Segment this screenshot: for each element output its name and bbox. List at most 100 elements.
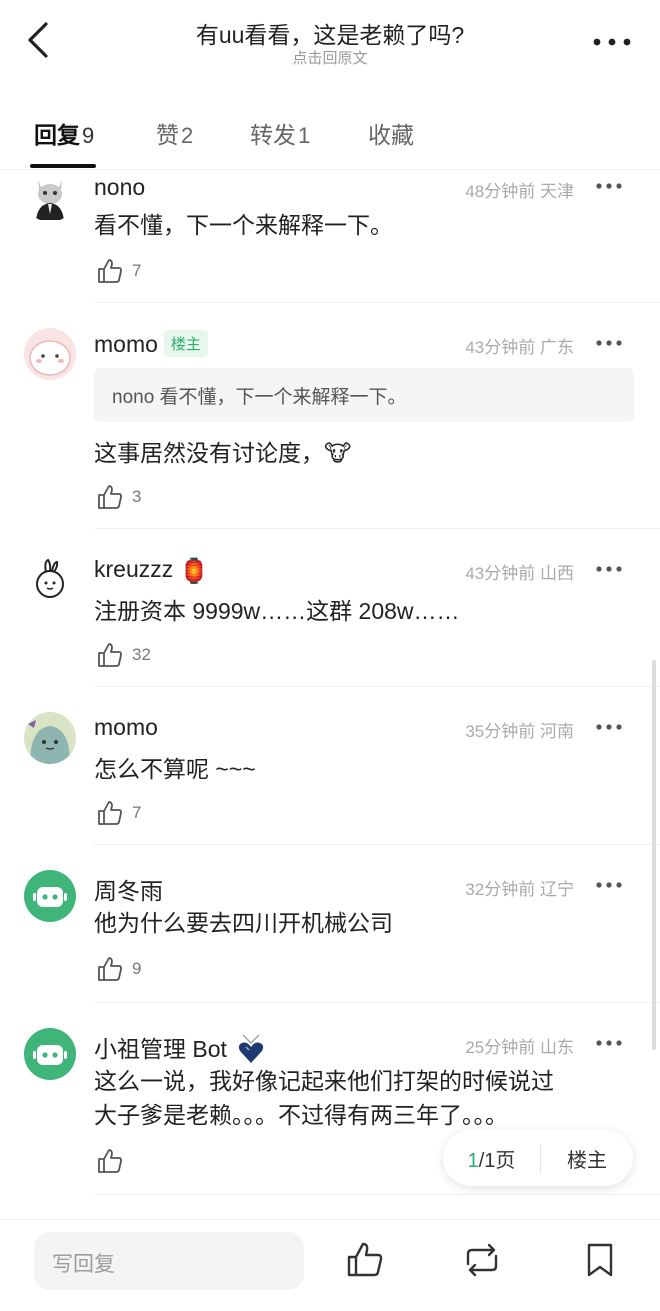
back-to-original-link[interactable]: 点击回原文	[110, 47, 550, 68]
like-button[interactable]: 7	[96, 256, 141, 286]
tab-label: 回复	[34, 122, 80, 148]
comment-meta: 32分钟前 辽宁	[465, 875, 574, 900]
bookmark-button[interactable]	[580, 1240, 620, 1280]
tab-count: 2	[181, 123, 194, 148]
active-tab-indicator	[30, 164, 96, 168]
tab-bar: 回复9 赞2 转发1 收藏	[0, 106, 660, 170]
comment-item: kreuzzz 🏮 43分钟前 山西 注册资本 9999w……这群 208w…… …	[0, 530, 660, 688]
divider	[94, 302, 660, 303]
comment-item: momo 楼主 43分钟前 广东 nono 看不懂，下一个来解释一下。 这事居然没…	[0, 304, 660, 530]
page-indicator[interactable]: 1/1页	[443, 1143, 541, 1173]
divider	[94, 686, 660, 687]
tab-reposts[interactable]: 转发1	[250, 116, 310, 150]
like-count: 7	[132, 261, 142, 280]
repost-button[interactable]	[462, 1240, 502, 1280]
more-dots-icon[interactable]	[596, 881, 622, 889]
comment-location: 河南	[540, 722, 574, 741]
like-button[interactable]: 32	[96, 640, 151, 670]
username[interactable]: nono	[94, 174, 145, 201]
reply-input[interactable]: 写回复	[34, 1232, 304, 1290]
only-author-button[interactable]: 楼主	[541, 1144, 633, 1173]
like-count: 9	[132, 959, 142, 978]
comment-time: 25分钟前	[465, 1038, 536, 1057]
comment-text-body: 这事居然没有讨论度，	[94, 440, 324, 466]
back-button[interactable]	[22, 20, 58, 60]
thumb-up-icon	[98, 259, 122, 283]
like-button[interactable]: 7	[96, 798, 141, 828]
tab-likes[interactable]: 赞2	[156, 116, 193, 150]
chevron-left-icon	[28, 22, 48, 58]
bookmark-icon	[587, 1243, 613, 1277]
comment-text-line: 大子爹是老赖。。。不过得有两三年了。。。	[94, 1102, 508, 1128]
comment-text: 看不懂，下一个来解释一下。	[94, 212, 393, 238]
comment-time: 43分钟前	[465, 564, 536, 583]
comment-location: 辽宁	[540, 880, 574, 899]
robot-avatar[interactable]	[24, 870, 76, 922]
username[interactable]: momo	[94, 331, 158, 357]
comment-text: 怎么不算呢 ~~~	[94, 756, 256, 782]
floating-pager: 1/1页 楼主	[443, 1130, 633, 1186]
more-dots-icon[interactable]	[592, 36, 632, 48]
more-dots-icon[interactable]	[596, 1039, 622, 1047]
like-button[interactable]: 3	[96, 482, 141, 512]
comment-meta: 43分钟前 广东	[465, 333, 574, 358]
more-dots-icon[interactable]	[596, 339, 622, 347]
more-dots-icon[interactable]	[596, 723, 622, 731]
comment-location: 山东	[540, 1038, 574, 1057]
comment-item: nono 48分钟前 天津 看不懂，下一个来解释一下。 7	[0, 170, 660, 304]
comment-location: 天津	[540, 182, 574, 201]
tab-label: 转发	[250, 122, 296, 148]
top-navigation-bar: 有uu看看，这是老赖了吗? 点击回原文	[0, 0, 660, 82]
comment-text: 这么一说，我好像记起来他们打架的时候说过 大子爹是老赖。。。不过得有两三年了。。…	[94, 1064, 634, 1132]
robot-avatar[interactable]	[24, 1028, 76, 1080]
repost-icon	[466, 1243, 498, 1277]
tab-replies[interactable]: 回复9	[34, 116, 94, 150]
post-title[interactable]: 有uu看看，这是老赖了吗?	[110, 16, 550, 50]
comment-text: 注册资本 9999w……这群 208w……	[94, 598, 460, 624]
comment-time: 48分钟前	[465, 182, 536, 201]
doodle-avatar[interactable]	[24, 554, 76, 606]
thumb-up-icon	[347, 1242, 383, 1277]
comment-text-line: 这么一说，我好像记起来他们打架的时候说过	[94, 1068, 554, 1094]
more-dots-icon[interactable]	[596, 182, 622, 190]
quoted-reply[interactable]: nono 看不懂，下一个来解释一下。	[94, 368, 634, 422]
blob-avatar[interactable]	[24, 712, 76, 764]
cat-avatar[interactable]	[24, 170, 76, 222]
username[interactable]: kreuzzz	[94, 556, 173, 582]
comment-meta: 43分钟前 山西	[465, 559, 574, 584]
like-post-button[interactable]	[345, 1240, 385, 1280]
total-pages: /1页	[478, 1149, 516, 1172]
tab-label: 收藏	[368, 122, 414, 148]
tab-label: 赞	[156, 122, 179, 148]
comment-time: 32分钟前	[465, 880, 536, 899]
divider	[94, 528, 660, 529]
bottom-action-bar: 写回复	[0, 1219, 660, 1311]
thumb-up-icon	[98, 643, 122, 667]
like-button[interactable]	[96, 1146, 124, 1176]
comment-item: momo 35分钟前 河南 怎么不算呢 ~~~ 7	[0, 688, 660, 846]
comment-meta: 25分钟前 山东	[465, 1033, 574, 1058]
username-row: 小祖管理 Bot	[94, 1030, 265, 1065]
thumb-up-icon	[98, 1149, 122, 1173]
cow-emoji: 🐮	[324, 440, 352, 466]
comment-location: 山西	[540, 564, 574, 583]
username-row: kreuzzz 🏮	[94, 556, 209, 586]
tab-favorites[interactable]: 收藏	[368, 116, 414, 150]
like-count: 7	[132, 803, 142, 822]
more-dots-icon[interactable]	[596, 565, 622, 573]
username[interactable]: momo	[94, 714, 158, 741]
tab-count: 9	[82, 123, 95, 148]
username[interactable]: 周冬雨	[94, 872, 163, 906]
scrollbar[interactable]	[652, 660, 656, 1050]
author-badge: 楼主	[163, 330, 208, 357]
like-button[interactable]: 9	[96, 954, 141, 984]
username-row: momo 楼主	[94, 330, 208, 358]
thumb-up-icon	[98, 485, 122, 509]
username[interactable]: 小祖管理 Bot	[94, 1036, 227, 1062]
divider	[94, 844, 660, 845]
comment-meta: 35分钟前 河南	[465, 717, 574, 742]
pink-blob-avatar[interactable]	[24, 328, 76, 380]
divider	[94, 1002, 660, 1003]
divider	[94, 1194, 660, 1195]
comment-time: 35分钟前	[465, 722, 536, 741]
